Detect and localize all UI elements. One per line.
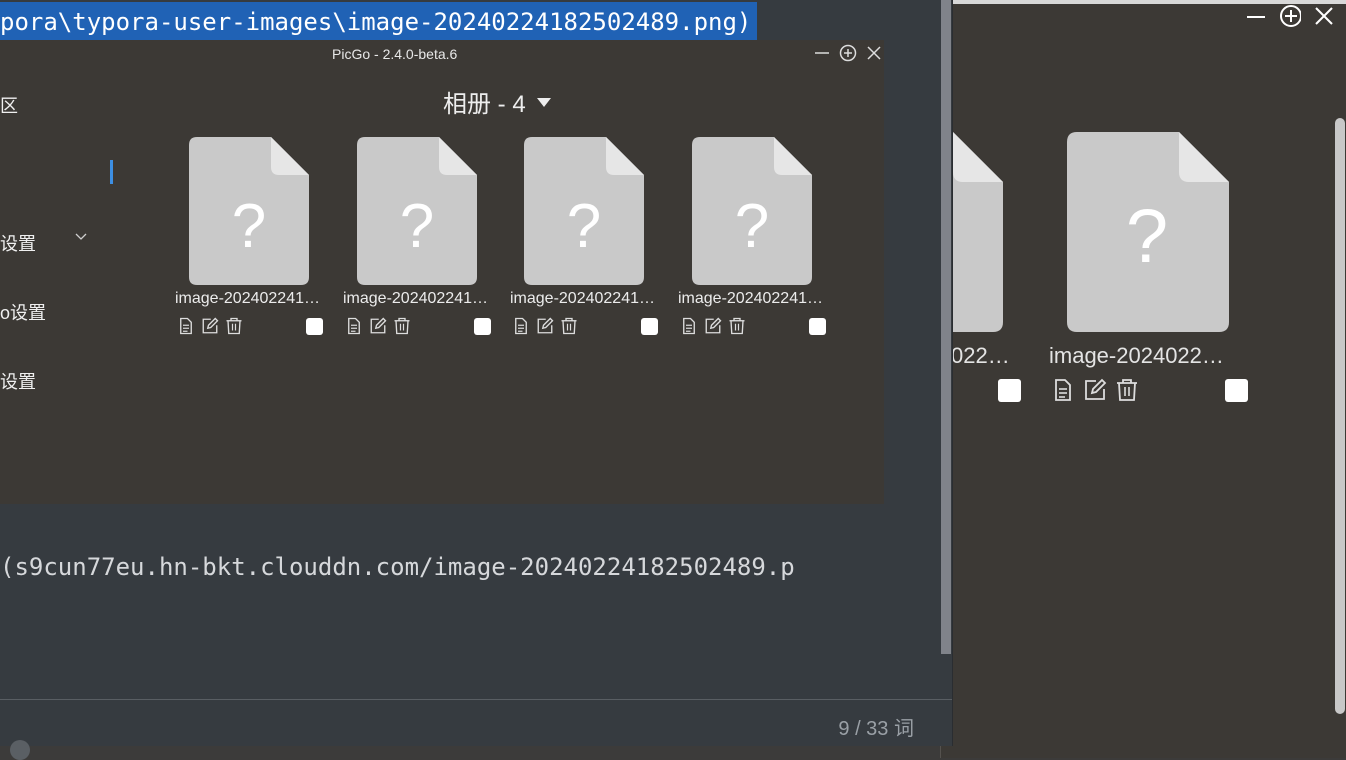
image-name: image-20240224182502489.png [343,290,495,307]
word-count[interactable]: 9 / 33 词 [838,712,914,741]
background-select-checkbox-partial[interactable] [998,379,1021,402]
background-image-name: image-2024022… [1049,343,1224,368]
svg-text:?: ? [567,192,601,261]
image-tools [680,317,746,335]
image-tools [177,317,243,335]
svg-text:?: ? [232,192,266,261]
edit-icon[interactable] [704,317,722,335]
status-bar-divider [0,699,952,700]
svg-text:?: ? [735,192,769,261]
select-checkbox[interactable] [474,318,491,335]
trash-icon[interactable] [1115,378,1139,402]
copy-link-icon[interactable] [1051,378,1075,402]
image-url-line[interactable]: (s9cun77eu.hn-bkt.clouddn.com/image-2024… [0,548,795,586]
svg-text:?: ? [1126,194,1168,279]
file-question-icon: ? [357,137,477,285]
background-scrollbar[interactable] [1335,118,1345,714]
image-name: image-20240224182502489.png [175,290,327,307]
copy-link-icon[interactable] [177,317,195,335]
trash-icon[interactable] [728,317,746,335]
chevron-down-icon[interactable] [74,230,88,244]
editor-scrollbar[interactable] [941,0,951,654]
sidebar-active-indicator [110,160,113,184]
copy-link-icon[interactable] [512,317,530,335]
selected-text-line[interactable]: pora\typora-user-images\image-2024022418… [0,2,758,42]
edit-icon[interactable] [201,317,219,335]
album-title[interactable]: 相册 - 4 [443,84,552,119]
file-question-icon: ? [524,137,644,285]
copy-link-icon[interactable] [345,317,363,335]
image-name: image-20240224182502489.png [678,290,830,307]
background-select-checkbox[interactable] [1225,379,1248,402]
close-icon[interactable] [864,43,884,63]
edit-icon[interactable] [536,317,554,335]
copy-link-icon[interactable] [680,317,698,335]
picgo-window: PicGo - 2.4.0-beta.6 区 设置 o设置 设置 相册 - 4 [0,40,884,504]
close-icon[interactable] [1313,4,1335,28]
background-picgo-window: 022… ? image-2024022… [881,0,1346,758]
image-card[interactable]: ? image-20240224182502489.png [175,137,345,347]
maximize-icon[interactable] [1279,4,1301,28]
window-controls [812,43,884,63]
edit-icon[interactable] [1083,378,1107,402]
background-window-controls [1245,4,1335,28]
select-checkbox[interactable] [809,318,826,335]
maximize-icon[interactable] [838,43,858,63]
caret-down-icon [536,97,551,107]
image-tools [345,317,411,335]
file-question-icon: ? [692,137,812,285]
background-image-name-partial: 022… [951,343,1010,368]
minimize-icon[interactable] [812,43,832,63]
sidebar-item-pic-bed-settings[interactable]: 设置 [0,230,36,256]
image-card[interactable]: ? image-20240224182502489.png [343,137,513,347]
window-title: PicGo - 2.4.0-beta.6 [332,46,458,62]
image-card[interactable]: ? image-20240224182502489.png [510,137,680,347]
file-question-icon: ? [1067,132,1229,332]
file-question-icon: ? [189,137,309,285]
status-bar-icon[interactable] [10,740,30,760]
image-tools [512,317,578,335]
sidebar-item-plugin-settings[interactable]: 设置 [0,368,36,394]
album-title-text: 相册 - 4 [443,91,526,118]
minimize-icon[interactable] [1245,4,1267,28]
sidebar-item-picgo-settings[interactable]: o设置 [0,299,46,325]
sidebar-item-upload-area[interactable]: 区 [0,92,18,118]
select-checkbox[interactable] [306,318,323,335]
trash-icon[interactable] [560,317,578,335]
background-image-tools [1051,378,1139,402]
image-card[interactable]: ? image-20240224182502489.png [678,137,848,347]
edit-icon[interactable] [369,317,387,335]
trash-icon[interactable] [225,317,243,335]
typora-editor: pora\typora-user-images\image-2024022418… [0,0,953,760]
image-name: image-20240224182502489.png [510,290,662,307]
svg-text:?: ? [400,192,434,261]
trash-icon[interactable] [393,317,411,335]
select-checkbox[interactable] [641,318,658,335]
